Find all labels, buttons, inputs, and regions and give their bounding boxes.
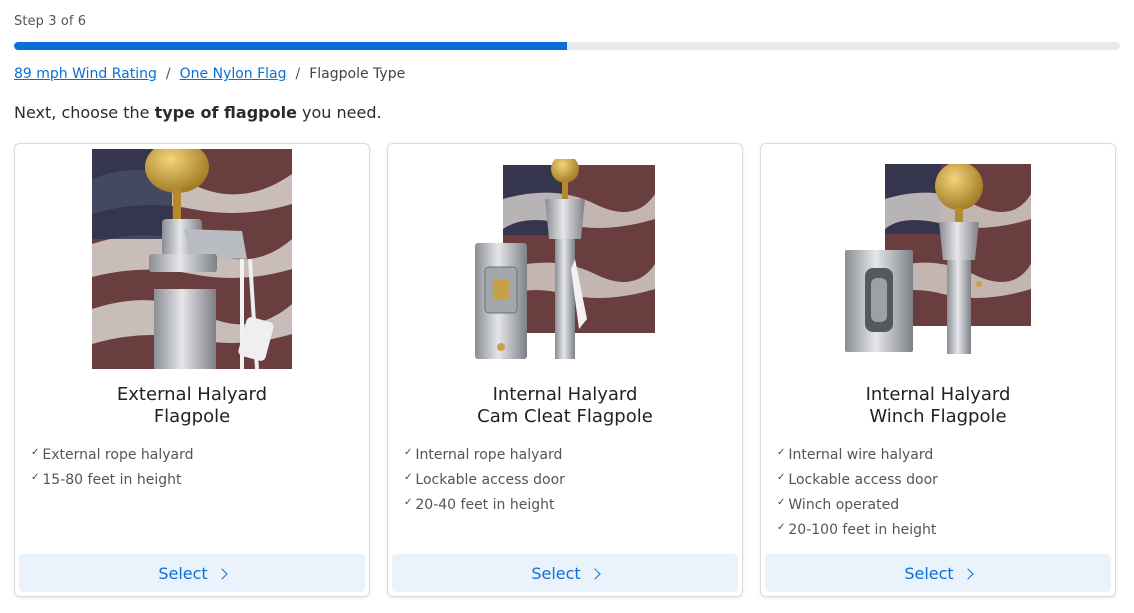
feature-item: ✓ Internal wire halyard <box>777 446 938 471</box>
breadcrumb-current: Flagpole Type <box>309 66 406 82</box>
step-indicator: Step 3 of 6 <box>14 14 87 29</box>
cam-cleat-flagpole-photo <box>388 148 742 370</box>
feature-text: Internal wire halyard <box>788 447 934 463</box>
feature-item: ✓ 20-40 feet in height <box>404 496 565 521</box>
flagpole-card-external-halyard[interactable]: External Halyard Flagpole ✓ External rope… <box>14 143 370 597</box>
feature-item: ✓ Lockable access door <box>404 471 565 496</box>
breadcrumb-link-flag[interactable]: One Nylon Flag <box>180 66 287 82</box>
feature-list: ✓ External rope halyard ✓ 15-80 feet in he… <box>31 446 194 496</box>
instruction-suffix: you need. <box>296 103 382 122</box>
feature-item: ✓ 20-100 feet in height <box>777 521 938 546</box>
card-title-line: External Halyard <box>116 384 268 405</box>
feature-text: Winch operated <box>788 497 900 513</box>
feature-text: External rope halyard <box>42 447 194 463</box>
chevron-right-icon <box>962 567 974 580</box>
feature-text: 20-100 feet in height <box>788 522 937 538</box>
select-button-label: Select <box>158 563 208 583</box>
instruction-prefix: Next, choose the <box>14 103 155 122</box>
check-icon: ✓ <box>777 472 786 483</box>
check-icon: ✓ <box>404 472 413 483</box>
card-title-line: Cam Cleat Flagpole <box>477 406 653 427</box>
feature-list: ✓ Internal rope halyard ✓ Lockable access … <box>404 446 565 521</box>
page-instruction: Next, choose the type of flagpole you ne… <box>14 103 382 122</box>
flagpole-type-options: External Halyard Flagpole ✓ External rope… <box>14 143 1116 597</box>
card-title: External Halyard Flagpole <box>15 384 369 428</box>
feature-item: ✓ 15-80 feet in height <box>31 471 194 496</box>
card-title: Internal Halyard Cam Cleat Flagpole <box>388 384 742 428</box>
breadcrumb-link-wind-rating[interactable]: 89 mph Wind Rating <box>14 66 157 82</box>
feature-item: ✓ External rope halyard <box>31 446 194 471</box>
progress-bar-fill <box>14 42 567 50</box>
feature-text: Internal rope halyard <box>415 447 563 463</box>
select-button[interactable]: Select <box>392 554 738 592</box>
card-title-line: Winch Flagpole <box>869 406 1007 427</box>
feature-text: Lockable access door <box>415 472 565 488</box>
feature-list: ✓ Internal wire halyard ✓ Lockable access … <box>777 446 938 546</box>
select-button[interactable]: Select <box>765 554 1111 592</box>
check-icon: ✓ <box>777 497 786 508</box>
feature-item: ✓ Winch operated <box>777 496 938 521</box>
external-halyard-flagpole-photo <box>15 148 369 370</box>
card-title-line: Internal Halyard <box>865 384 1011 405</box>
check-icon: ✓ <box>404 447 413 458</box>
winch-flagpole-photo <box>761 148 1115 370</box>
flagpole-card-winch[interactable]: Internal Halyard Winch Flagpole ✓ Interna… <box>760 143 1116 597</box>
flagpole-photo-icon <box>475 159 655 359</box>
feature-item: ✓ Lockable access door <box>777 471 938 496</box>
check-icon: ✓ <box>777 447 786 458</box>
select-button[interactable]: Select <box>19 554 365 592</box>
check-icon: ✓ <box>31 472 40 483</box>
feature-text: Lockable access door <box>788 472 938 488</box>
breadcrumb-separator: / <box>165 66 171 82</box>
check-icon: ✓ <box>777 522 786 533</box>
progress-bar <box>14 42 1120 50</box>
flagpole-photo-icon <box>92 149 292 369</box>
card-title: Internal Halyard Winch Flagpole <box>761 384 1115 428</box>
feature-text: 20-40 feet in height <box>415 497 555 513</box>
check-icon: ✓ <box>31 447 40 458</box>
flagpole-configurator-page: Step 3 of 6 89 mph Wind Rating / One Nyl… <box>0 0 1134 613</box>
card-title-line: Internal Halyard <box>492 384 638 405</box>
flagpole-photo-icon <box>845 164 1031 354</box>
chevron-right-icon <box>216 567 228 580</box>
chevron-right-icon <box>589 567 601 580</box>
breadcrumb: 89 mph Wind Rating / One Nylon Flag / Fl… <box>14 66 405 82</box>
select-button-label: Select <box>904 563 954 583</box>
flagpole-card-cam-cleat[interactable]: Internal Halyard Cam Cleat Flagpole ✓ Int… <box>387 143 743 597</box>
breadcrumb-separator: / <box>295 66 301 82</box>
feature-item: ✓ Internal rope halyard <box>404 446 565 471</box>
card-title-line: Flagpole <box>153 406 231 427</box>
instruction-emphasis: type of flagpole <box>154 103 297 122</box>
feature-text: 15-80 feet in height <box>42 472 182 488</box>
select-button-label: Select <box>531 563 581 583</box>
check-icon: ✓ <box>404 497 413 508</box>
